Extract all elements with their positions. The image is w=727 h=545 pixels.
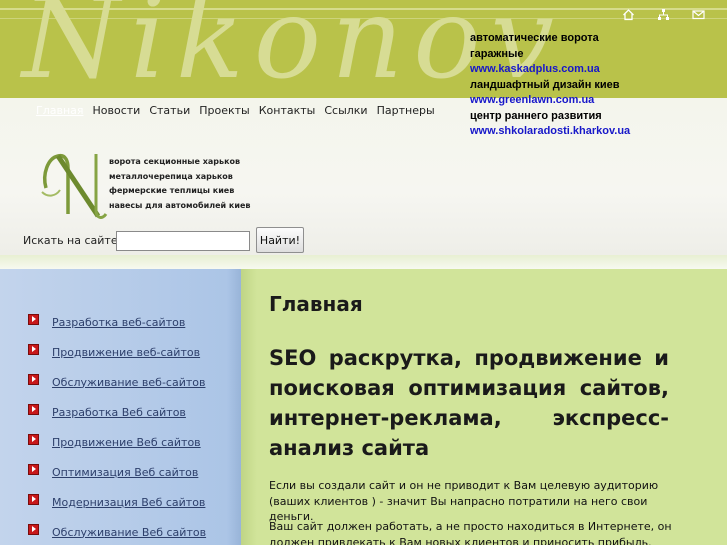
content-paragraph: Ваш сайт должен работать, а не просто на… xyxy=(269,520,672,545)
mail-icon[interactable] xyxy=(692,6,705,20)
nav-item-articles[interactable]: Статьи xyxy=(149,104,190,117)
sidebar-item-web-maintenance[interactable]: Обслуживание веб-сайтов xyxy=(28,373,205,390)
promo-block: автоматические ворота гаражные www.kaska… xyxy=(470,31,630,140)
main-content: Главная SEO раскрутка, продвижение и пои… xyxy=(241,269,727,545)
nav-item-home[interactable]: Главная xyxy=(36,104,84,117)
keyword-link[interactable]: ворота секционные харьков xyxy=(109,155,250,170)
keyword-link[interactable]: фермерские теплицы киев xyxy=(109,184,250,199)
content-paragraph: Если вы создали сайт и он не приводит к … xyxy=(269,479,659,523)
keyword-link[interactable]: навесы для автомобилей киев xyxy=(109,199,250,214)
keyword-links: ворота секционные харьков металлочерепиц… xyxy=(109,155,250,213)
sidebar-item-web-promotion[interactable]: Продвижение веб-сайтов xyxy=(28,343,200,360)
search-button[interactable]: Найти! xyxy=(256,227,304,253)
page-title: Главная xyxy=(269,292,363,316)
separator-band xyxy=(0,255,727,269)
bullet-arrow-icon xyxy=(28,403,39,415)
sidebar-item-site-optimization[interactable]: Оптимизация Веб сайтов xyxy=(28,463,198,480)
promo-text: автоматические ворота xyxy=(470,32,599,44)
nav-item-projects[interactable]: Проекты xyxy=(199,104,250,117)
bullet-arrow-icon xyxy=(28,343,39,355)
bullet-arrow-icon xyxy=(28,463,39,475)
sidebar-item-label[interactable]: Обслуживание веб-сайтов xyxy=(52,376,205,389)
sidebar-item-site-modernization[interactable]: Модернизация Веб сайтов xyxy=(28,493,205,510)
promo-text: центр раннего развития xyxy=(470,109,602,122)
bullet-arrow-icon xyxy=(28,493,39,505)
search-input[interactable] xyxy=(116,231,250,251)
top-icons xyxy=(622,6,705,21)
promo-text: ландшафтный дизайн киев xyxy=(470,78,620,91)
home-icon[interactable] xyxy=(622,6,635,21)
sidebar-edge xyxy=(227,269,241,545)
keyword-link[interactable]: металлочерепица харьков xyxy=(109,170,250,185)
nav-item-partners[interactable]: Партнеры xyxy=(377,104,435,117)
nav-item-links[interactable]: Ссылки xyxy=(324,104,367,117)
sitemap-icon[interactable] xyxy=(657,6,670,20)
bullet-arrow-icon xyxy=(28,313,39,325)
promo-link[interactable]: www.shkolaradosti.kharkov.ua xyxy=(470,124,630,140)
bullet-arrow-icon xyxy=(28,523,39,535)
sidebar-item-site-development[interactable]: Разработка Веб сайтов xyxy=(28,403,186,420)
sidebar-item-web-development[interactable]: Разработка веб-сайтов xyxy=(28,313,185,330)
sidebar-item-label[interactable]: Продвижение Веб сайтов xyxy=(52,436,201,449)
nav-item-news[interactable]: Новости xyxy=(93,104,141,117)
site-logo[interactable] xyxy=(38,144,110,224)
sidebar-item-site-maintenance[interactable]: Обслуживание Веб сайтов xyxy=(28,523,206,540)
bullet-arrow-icon xyxy=(28,373,39,385)
sidebar-item-site-promotion[interactable]: Продвижение Веб сайтов xyxy=(28,433,201,450)
nav-item-contacts[interactable]: Контакты xyxy=(259,104,316,117)
content-headline: SEO раскрутка, продвижение и поисковая о… xyxy=(269,346,669,460)
sidebar: Разработка веб-сайтов Продвижение веб-са… xyxy=(0,269,241,545)
search-label: Искать на сайте: xyxy=(23,234,122,247)
promo-link[interactable]: www.greenlawn.com.ua xyxy=(470,93,630,109)
bullet-arrow-icon xyxy=(28,433,39,445)
sidebar-item-label[interactable]: Модернизация Веб сайтов xyxy=(52,496,205,509)
sidebar-item-label[interactable]: Обслуживание Веб сайтов xyxy=(52,526,206,539)
sidebar-item-label[interactable]: Разработка Веб сайтов xyxy=(52,406,186,419)
promo-link[interactable]: www.kaskadplus.com.ua xyxy=(470,62,630,78)
sidebar-item-label[interactable]: Разработка веб-сайтов xyxy=(52,316,185,329)
sidebar-item-label[interactable]: Оптимизация Веб сайтов xyxy=(52,466,198,479)
main-nav: Главная Новости Статьи Проекты Контакты … xyxy=(36,104,435,117)
sidebar-item-label[interactable]: Продвижение веб-сайтов xyxy=(52,346,200,359)
promo-text: гаражные xyxy=(470,47,524,60)
